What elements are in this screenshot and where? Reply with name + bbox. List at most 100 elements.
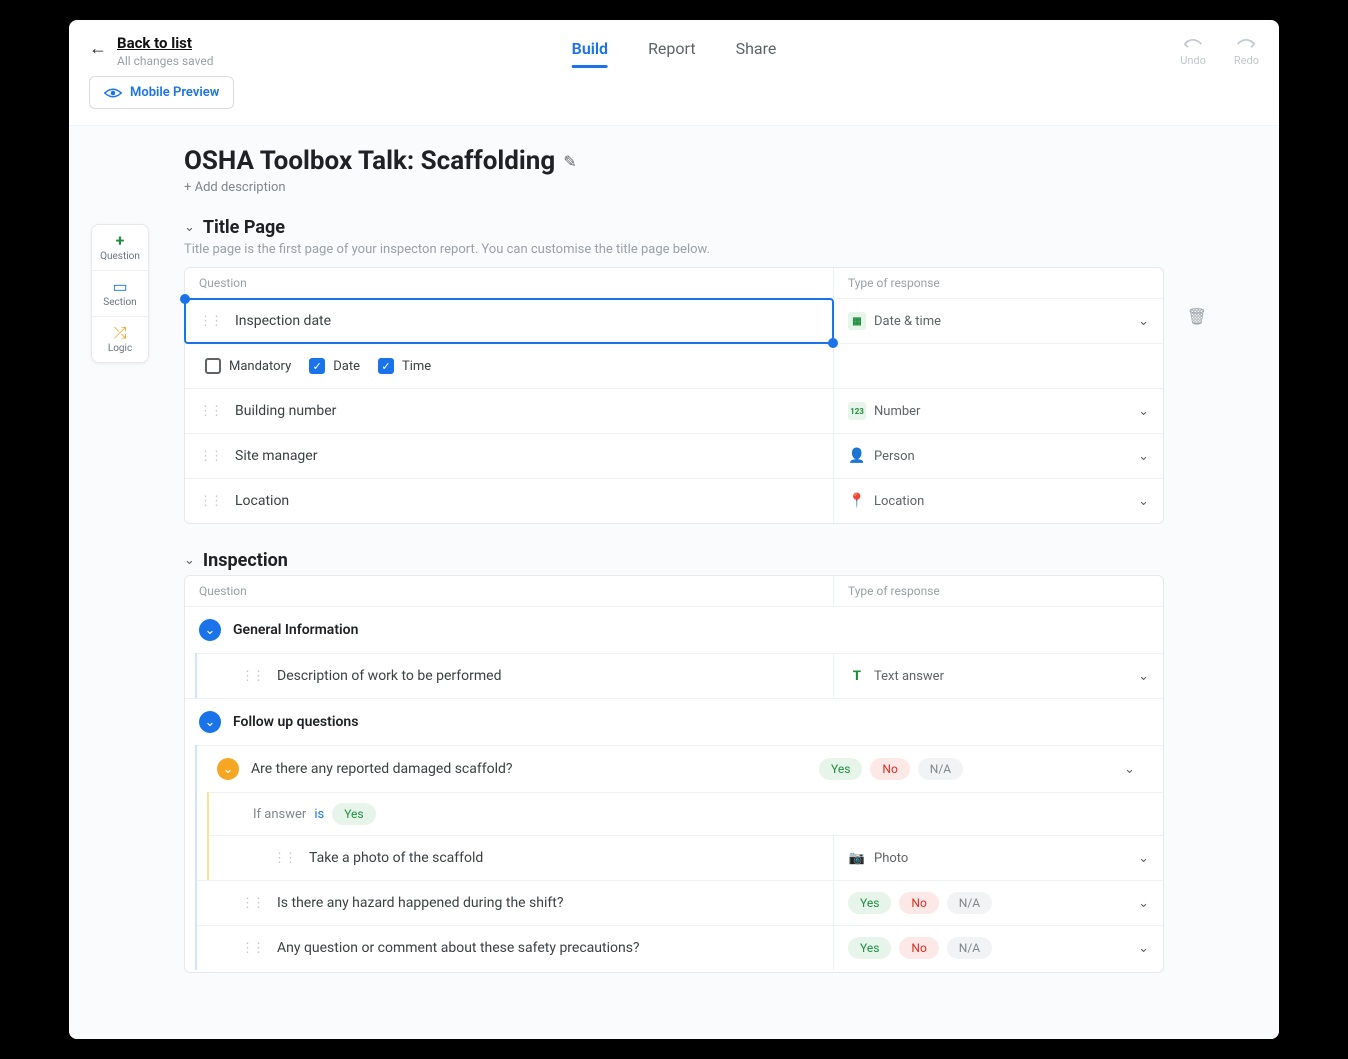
chevron-down-icon[interactable]: ⌄ <box>1138 941 1149 956</box>
side-toolbar: + Question ▭ Section ⤮ Logic <box>91 224 149 363</box>
content-area: + Question ▭ Section ⤮ Logic OSHA Toolbo… <box>69 126 1279 1039</box>
response-type-cell[interactable]: T Text answer ⌄ <box>833 654 1163 698</box>
collapse-toggle-icon[interactable]: ⌄ <box>199 619 221 641</box>
response-pills[interactable]: Yes No N/A <box>819 758 1116 780</box>
eye-icon <box>104 87 122 99</box>
response-type-label: Date & time <box>874 314 941 329</box>
add-section-tool[interactable]: ▭ Section <box>92 270 148 316</box>
pill-no[interactable]: No <box>899 937 938 959</box>
logic-value-pill[interactable]: Yes <box>332 803 375 825</box>
pill-yes[interactable]: Yes <box>848 892 891 914</box>
question-label: Location <box>235 493 289 509</box>
question-row-hazard[interactable]: ⋮⋮ Is there any hazard happened during t… <box>197 880 1163 925</box>
add-description-link[interactable]: + Add description <box>184 180 1164 195</box>
chevron-down-icon[interactable]: ⌄ <box>1138 896 1149 911</box>
pill-na[interactable]: N/A <box>947 937 992 959</box>
add-question-tool[interactable]: + Question <box>92 225 148 270</box>
mandatory-toggle[interactable]: Mandatory <box>205 358 291 374</box>
question-label: Any question or comment about these safe… <box>277 940 640 956</box>
pencil-icon[interactable]: ✎ <box>563 152 576 171</box>
response-type-label: Photo <box>874 851 908 866</box>
calendar-icon: ▦ <box>848 312 866 330</box>
collapse-toggle-icon[interactable]: ⌄ <box>217 758 239 780</box>
drag-handle-icon[interactable]: ⋮⋮ <box>199 449 221 464</box>
response-type-cell[interactable]: 📍 Location ⌄ <box>833 479 1163 523</box>
question-row-damaged-scaffold[interactable]: ⌄ Are there any reported damaged scaffol… <box>197 745 1163 792</box>
inspection-name: Inspection <box>203 550 288 571</box>
drag-handle-icon[interactable]: ⋮⋮ <box>241 669 263 684</box>
chevron-down-icon[interactable]: ⌄ <box>1138 669 1149 684</box>
response-type-cell[interactable]: 👤 Person ⌄ <box>833 434 1163 478</box>
response-type-cell[interactable]: 📷 Photo ⌄ <box>833 836 1163 880</box>
add-logic-tool[interactable]: ⤮ Logic <box>92 316 148 362</box>
drag-handle-icon[interactable]: ⋮⋮ <box>199 314 221 329</box>
redo-button[interactable]: Redo <box>1234 36 1259 67</box>
chevron-down-icon[interactable]: ⌄ <box>1138 449 1149 464</box>
selection-handle-icon[interactable] <box>828 338 838 348</box>
chevron-down-icon[interactable]: ⌄ <box>1138 494 1149 509</box>
pill-na[interactable]: N/A <box>918 758 963 780</box>
logic-icon: ⤮ <box>114 325 127 341</box>
question-row-description-of-work[interactable]: ⋮⋮ Description of work to be performed T… <box>197 653 1163 698</box>
chevron-down-icon[interactable]: ⌄ <box>1138 404 1149 419</box>
pill-na[interactable]: N/A <box>947 892 992 914</box>
date-label: Date <box>333 359 360 374</box>
drag-handle-icon[interactable]: ⋮⋮ <box>241 896 263 911</box>
logic-condition-row[interactable]: If answer is Yes <box>209 792 1163 835</box>
response-type-cell[interactable]: ▦ Date & time ⌄ <box>833 299 1163 343</box>
logic-if-text: If answer <box>253 807 306 822</box>
drag-handle-icon[interactable]: ⋮⋮ <box>199 404 221 419</box>
pill-yes[interactable]: Yes <box>819 758 862 780</box>
question-label: Are there any reported damaged scaffold? <box>251 761 807 777</box>
tab-build[interactable]: Build <box>572 35 608 68</box>
group-follow-up-questions[interactable]: ⌄ Follow up questions <box>185 698 1163 745</box>
question-row-site-manager[interactable]: ⋮⋮ Site manager 👤 Person ⌄ <box>185 433 1163 478</box>
drag-handle-icon[interactable]: ⋮⋮ <box>273 851 295 866</box>
title-page-table: Question Type of response ⋮⋮ Inspection … <box>184 267 1164 524</box>
trash-icon[interactable]: 🗑 <box>1187 307 1207 326</box>
question-row-take-photo[interactable]: ⋮⋮ Take a photo of the scaffold 📷 Photo … <box>209 835 1163 880</box>
question-label: Is there any hazard happened during the … <box>277 895 563 911</box>
group-general-information[interactable]: ⌄ General Information <box>185 606 1163 653</box>
time-toggle[interactable]: ✓ Time <box>378 358 431 374</box>
back-arrow-icon[interactable]: ← <box>89 38 107 59</box>
group-label: General Information <box>233 622 358 638</box>
undo-button[interactable]: Undo <box>1180 36 1206 67</box>
pill-no[interactable]: No <box>870 758 909 780</box>
time-label: Time <box>402 359 431 374</box>
question-row-location[interactable]: ⋮⋮ Location 📍 Location ⌄ <box>185 478 1163 523</box>
chevron-down-icon[interactable]: ⌄ <box>1124 762 1135 777</box>
tab-report[interactable]: Report <box>648 35 696 68</box>
undo-icon <box>1183 36 1203 52</box>
pill-no[interactable]: No <box>899 892 938 914</box>
chevron-down-icon[interactable]: ⌄ <box>1138 314 1149 329</box>
drag-handle-icon[interactable]: ⋮⋮ <box>241 941 263 956</box>
plus-icon: + <box>116 233 125 249</box>
redo-label: Redo <box>1234 54 1259 67</box>
response-type-label: Text answer <box>874 669 944 684</box>
chevron-down-icon[interactable]: ⌄ <box>1138 851 1149 866</box>
collapse-toggle-icon[interactable]: ⌄ <box>199 711 221 733</box>
template-title[interactable]: OSHA Toolbox Talk: Scaffolding <box>184 146 555 176</box>
response-pills[interactable]: Yes No N/A <box>848 892 1130 914</box>
topbar: ← Back to list All changes saved Build R… <box>69 20 1279 76</box>
question-row-comment[interactable]: ⋮⋮ Any question or comment about these s… <box>197 925 1163 970</box>
pill-yes[interactable]: Yes <box>848 937 891 959</box>
title-page-header[interactable]: ⌄ Title Page <box>184 217 1164 238</box>
date-toggle[interactable]: ✓ Date <box>309 358 360 374</box>
question-row-inspection-date[interactable]: ⋮⋮ Inspection date ▦ Date & time ⌄ 🗑 <box>185 298 1163 343</box>
mobile-preview-label: Mobile Preview <box>130 85 219 100</box>
redo-icon <box>1236 36 1256 52</box>
logic-is-link[interactable]: is <box>314 807 324 822</box>
save-status-text: All changes saved <box>117 54 213 68</box>
tab-share[interactable]: Share <box>736 35 777 68</box>
drag-handle-icon[interactable]: ⋮⋮ <box>199 494 221 509</box>
add-question-label: Question <box>100 251 140 262</box>
selection-handle-icon[interactable] <box>180 294 190 304</box>
mobile-preview-button[interactable]: Mobile Preview <box>89 76 234 109</box>
inspection-header[interactable]: ⌄ Inspection <box>184 550 1164 571</box>
response-type-cell[interactable]: 123 Number ⌄ <box>833 389 1163 433</box>
response-pills[interactable]: Yes No N/A <box>848 937 1130 959</box>
back-to-list-link[interactable]: Back to list <box>117 34 213 52</box>
question-row-building-number[interactable]: ⋮⋮ Building number 123 Number ⌄ <box>185 388 1163 433</box>
